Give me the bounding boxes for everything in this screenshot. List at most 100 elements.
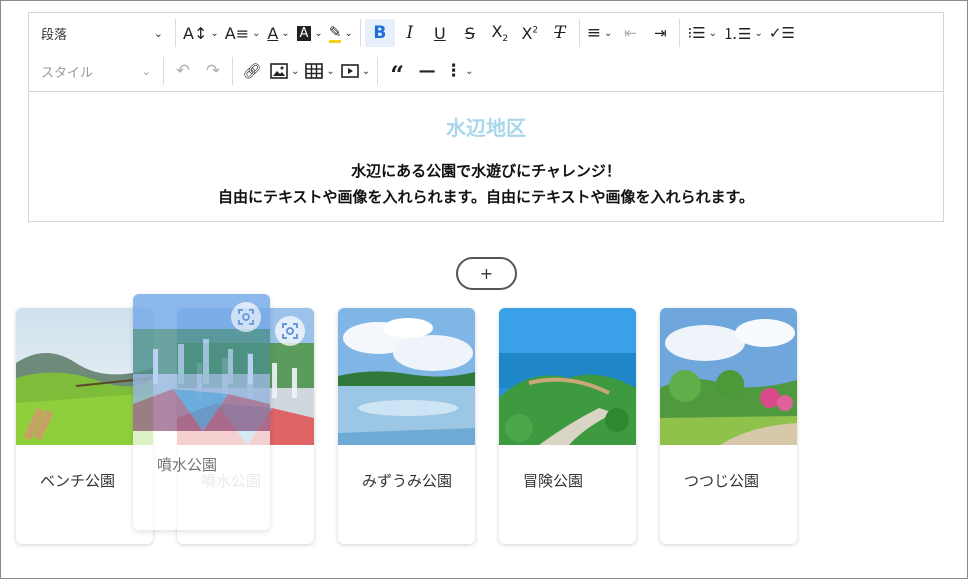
park-card[interactable]: 冒険公園 bbox=[499, 308, 636, 544]
chevron-down-icon: ⌄ bbox=[281, 27, 290, 39]
chevron-down-icon: ⌄ bbox=[465, 65, 474, 77]
highlight-button[interactable]: ✎ ⌄ bbox=[326, 19, 356, 47]
chevron-down-icon: ⌄ bbox=[344, 27, 353, 39]
chevron-down-icon: ⌄ bbox=[754, 27, 763, 39]
park-card-name: みずうみ公園 bbox=[362, 472, 453, 490]
numbered-list-button[interactable]: ⒈☰ ⌄ bbox=[720, 19, 766, 47]
chevron-down-icon: ⌄ bbox=[604, 27, 613, 39]
alignment-button[interactable]: ≡ ⌄ bbox=[584, 19, 616, 47]
plus-icon: + bbox=[479, 264, 494, 283]
blockquote-button[interactable]: “ bbox=[382, 57, 412, 89]
strikethrough-icon: S bbox=[464, 23, 475, 43]
park-card[interactable]: つつじ公園 bbox=[660, 308, 797, 544]
toolbar-row-2: スタイル ⌄ ↶ ↷ 🔗︎ ⌄ ⌄ ⌄ “ — ⋮ ⌄ bbox=[29, 53, 477, 89]
toolbar-separator bbox=[359, 19, 361, 47]
undo-icon: ↶ bbox=[175, 61, 191, 81]
font-size-icon: A↕ bbox=[183, 23, 208, 43]
todo-list-button[interactable]: ✓☰ bbox=[766, 19, 798, 47]
chevron-down-icon: ⌄ bbox=[326, 65, 335, 77]
chevron-down-icon: ⌄ bbox=[291, 65, 300, 77]
image-scan-icon bbox=[231, 302, 261, 332]
horizontal-line-icon: — bbox=[418, 61, 436, 81]
add-block-button[interactable]: + bbox=[456, 257, 517, 290]
subscript-icon: X2 bbox=[491, 21, 509, 45]
park-card-image bbox=[499, 308, 636, 445]
more-vertical-icon: ⋮ bbox=[445, 61, 463, 81]
drag-ghost-card[interactable]: 噴水公園 bbox=[133, 294, 270, 530]
bulleted-list-icon: ⁝☰ bbox=[687, 24, 706, 42]
content-line-2: 自由にテキストや画像を入れられます。自由にテキストや画像を入れられます。 bbox=[217, 188, 755, 206]
highlighter-icon: ✎ bbox=[328, 22, 342, 43]
rich-text-editor[interactable]: 段落 ⌄ A↕ ⌄ A≡ ⌄ A ⌄ A ⌄ ✎ ⌄ B I U S X2 X2 T ≡ ⌄… bbox=[28, 12, 944, 222]
table-icon bbox=[305, 63, 324, 79]
indent-button[interactable]: ⇥ bbox=[645, 19, 675, 47]
underline-button[interactable]: U bbox=[425, 19, 455, 47]
link-button[interactable]: 🔗︎ bbox=[237, 57, 267, 85]
image-icon bbox=[270, 63, 288, 79]
quote-icon: “ bbox=[390, 60, 405, 89]
underline-icon: U bbox=[433, 23, 446, 43]
park-card-name: つつじ公園 bbox=[684, 472, 760, 490]
background-color-icon: A bbox=[296, 25, 312, 41]
superscript-icon: X2 bbox=[521, 23, 539, 43]
more-options-button[interactable]: ⋮ ⌄ bbox=[442, 57, 476, 85]
bold-button[interactable]: B bbox=[364, 19, 395, 47]
toolbar-separator bbox=[163, 57, 164, 85]
superscript-button[interactable]: X2 bbox=[515, 19, 545, 47]
image-scan-icon[interactable] bbox=[275, 316, 305, 346]
park-card-image bbox=[660, 308, 797, 445]
outdent-icon: ⇤ bbox=[624, 24, 637, 42]
undo-button[interactable]: ↶ bbox=[168, 57, 198, 85]
style-dropdown-label: スタイル bbox=[41, 65, 94, 81]
bold-icon: B bbox=[373, 23, 387, 43]
park-card-name: 冒険公園 bbox=[523, 472, 584, 490]
redo-button[interactable]: ↷ bbox=[198, 57, 228, 85]
insert-image-button[interactable]: ⌄ bbox=[267, 57, 302, 85]
indent-icon: ⇥ bbox=[654, 24, 667, 42]
editor-toolbar: 段落 ⌄ A↕ ⌄ A≡ ⌄ A ⌄ A ⌄ ✎ ⌄ B I U S X2 X2 T ≡ ⌄… bbox=[29, 13, 943, 92]
toolbar-separator bbox=[232, 57, 233, 85]
font-color-icon: A bbox=[267, 23, 279, 43]
toolbar-separator bbox=[377, 57, 379, 85]
remove-format-button[interactable]: T bbox=[545, 19, 575, 47]
style-dropdown[interactable]: スタイル ⌄ bbox=[29, 57, 159, 85]
insert-media-button[interactable]: ⌄ bbox=[338, 57, 373, 85]
italic-button[interactable]: I bbox=[395, 19, 425, 47]
background-color-button[interactable]: A ⌄ bbox=[294, 19, 326, 47]
link-icon: 🔗︎ bbox=[242, 62, 262, 80]
toolbar-separator bbox=[679, 19, 681, 47]
chevron-down-icon: ⌄ bbox=[252, 27, 261, 39]
park-card-name: ベンチ公園 bbox=[40, 472, 116, 490]
font-family-icon: A≡ bbox=[224, 23, 250, 43]
paragraph-dropdown-label: 段落 bbox=[41, 27, 68, 43]
chevron-down-icon: ⌄ bbox=[361, 65, 371, 77]
content-title: 水辺地区 bbox=[446, 116, 526, 140]
bulleted-list-button[interactable]: ⁝☰ ⌄ bbox=[684, 19, 720, 47]
subscript-button[interactable]: X2 bbox=[485, 19, 515, 47]
park-card[interactable]: みずうみ公園 bbox=[338, 308, 475, 544]
chevron-down-icon: ⌄ bbox=[210, 27, 219, 39]
redo-icon: ↷ bbox=[205, 61, 221, 81]
horizontal-line-button[interactable]: — bbox=[412, 57, 442, 85]
park-card-image bbox=[338, 308, 475, 445]
toolbar-separator bbox=[578, 19, 580, 47]
outdent-button[interactable]: ⇤ bbox=[615, 19, 645, 47]
drag-ghost-name: 噴水公園 bbox=[157, 456, 218, 474]
numbered-list-icon: ⒈☰ bbox=[723, 24, 752, 43]
strikethrough-button[interactable]: S bbox=[455, 19, 485, 47]
italic-icon: I bbox=[406, 23, 414, 43]
content-line-1: 水辺にある公園で水遊びにチャレンジ！ bbox=[351, 162, 621, 180]
editor-content[interactable]: 水辺地区 水辺にある公園で水遊びにチャレンジ！ 自由にテキストや画像を入れられま… bbox=[29, 92, 943, 222]
insert-table-button[interactable]: ⌄ bbox=[302, 57, 337, 85]
chevron-down-icon: ⌄ bbox=[141, 64, 151, 78]
font-color-button[interactable]: A ⌄ bbox=[264, 19, 294, 47]
checklist-icon: ✓☰ bbox=[768, 24, 795, 42]
chevron-down-icon: ⌄ bbox=[314, 27, 323, 39]
font-size-button[interactable]: A↕ ⌄ bbox=[180, 19, 222, 47]
font-family-button[interactable]: A≡ ⌄ bbox=[222, 19, 264, 47]
paragraph-dropdown[interactable]: 段落 ⌄ bbox=[29, 19, 171, 47]
chevron-down-icon: ⌄ bbox=[153, 26, 163, 40]
remove-format-icon: T bbox=[554, 23, 566, 43]
toolbar-row-1: 段落 ⌄ A↕ ⌄ A≡ ⌄ A ⌄ A ⌄ ✎ ⌄ B I U S X2 X2 T ≡ ⌄… bbox=[29, 15, 798, 51]
toolbar-separator bbox=[175, 19, 176, 47]
